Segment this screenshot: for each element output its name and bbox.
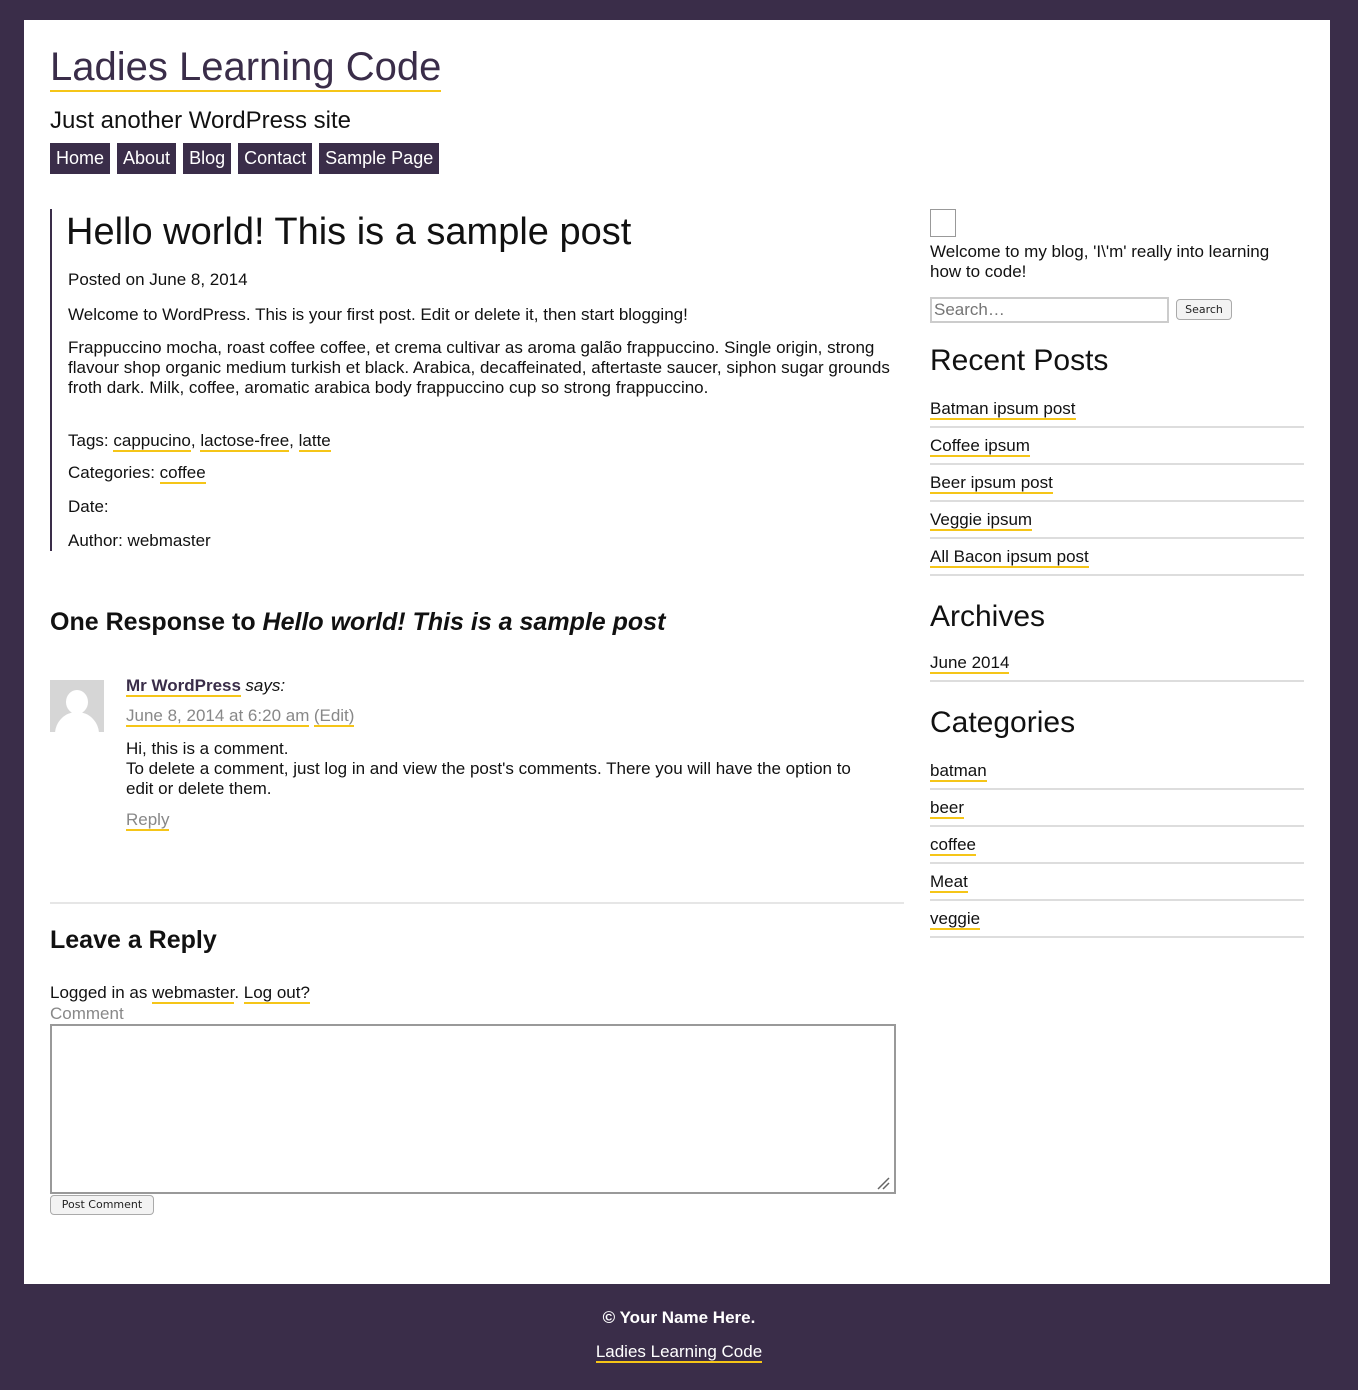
categories-list: batman beer coffee Meat veggie — [930, 753, 1304, 938]
avatar-body-shape — [55, 712, 99, 732]
search-button[interactable]: Search — [1176, 299, 1232, 320]
comment-author-link[interactable]: Mr WordPress — [126, 676, 241, 697]
category-link[interactable]: batman — [930, 761, 987, 782]
post-categories: Categories: coffee — [68, 463, 206, 484]
list-item: Batman ipsum post — [930, 391, 1304, 428]
recent-post-link[interactable]: Coffee ipsum — [930, 436, 1030, 457]
footer-copyright: © Your Name Here. — [602, 1308, 756, 1327]
list-item: veggie — [930, 901, 1304, 938]
comment-says: says: — [245, 676, 286, 695]
resize-grip-icon[interactable] — [876, 1176, 890, 1190]
category-link[interactable]: beer — [930, 798, 965, 819]
author-name: webmaster — [127, 531, 211, 550]
post-body: Frappuccino mocha, roast coffee coffee, … — [68, 338, 890, 397]
sidebar-welcome-text: Welcome to my blog, 'I\'m' really into l… — [930, 242, 1270, 281]
list-item: All Bacon ipsum post — [930, 539, 1304, 576]
nav-about[interactable]: About — [117, 143, 177, 174]
post-comment-button[interactable]: Post Comment — [50, 1195, 154, 1215]
archive-link[interactable]: June 2014 — [930, 653, 1010, 674]
recent-posts-title: Recent Posts — [930, 344, 1109, 377]
main-nav: Home About Blog Contact Sample Page — [50, 143, 440, 174]
comment-line-2: To delete a comment, just log in and vie… — [126, 759, 851, 798]
category-link[interactable]: coffee — [930, 835, 977, 856]
list-item: batman — [930, 753, 1304, 790]
comment-reply: Reply — [126, 810, 170, 831]
category-link-coffee[interactable]: coffee — [159, 463, 206, 484]
tag-link-latte[interactable]: latte — [298, 431, 331, 452]
post-date-label: Date: — [68, 497, 109, 516]
comment-line-1: Hi, this is a comment. — [126, 739, 289, 758]
post-date: Posted on June 8, 2014 — [68, 270, 248, 289]
footer-credit-link[interactable]: Ladies Learning Code — [595, 1342, 763, 1363]
nav-sample-page[interactable]: Sample Page — [319, 143, 440, 174]
site-tagline: Just another WordPress site — [50, 107, 352, 134]
categories-label: Categories: — [68, 463, 155, 482]
comments-title-prefix: One Response to — [50, 608, 256, 636]
post-intro: Welcome to WordPress. This is your first… — [68, 305, 688, 324]
avatar-head-shape — [66, 690, 88, 714]
author-label: Author: — [68, 531, 123, 550]
category-link[interactable]: veggie — [930, 909, 981, 930]
categories-title: Categories — [930, 706, 1076, 739]
category-link[interactable]: Meat — [930, 872, 968, 893]
recent-post-link[interactable]: Batman ipsum post — [930, 399, 1076, 420]
list-item: June 2014 — [930, 645, 1304, 682]
comment-text: Hi, this is a comment. To delete a comme… — [126, 739, 866, 799]
comment-meta: June 8, 2014 at 6:20 am (Edit) — [126, 706, 355, 727]
post-tags: Tags: cappucino, lactose-free, latte — [68, 431, 331, 452]
list-item: coffee — [930, 827, 1304, 864]
logged-in-user-link[interactable]: webmaster — [152, 983, 235, 1004]
comments-title-post: Hello world! This is a sample post — [262, 608, 666, 636]
comment-date-link[interactable]: June 8, 2014 at 6:20 am — [126, 706, 310, 727]
comment-label: Comment — [50, 1004, 124, 1023]
archives-list: June 2014 — [930, 645, 1304, 682]
post-author: Author: webmaster — [68, 531, 211, 551]
recent-post-link[interactable]: Beer ipsum post — [930, 473, 1053, 494]
recent-posts-list: Batman ipsum post Coffee ipsum Beer ipsu… — [930, 391, 1304, 576]
tag-link-lactose-free[interactable]: lactose-free — [200, 431, 290, 452]
recent-post-link[interactable]: Veggie ipsum — [930, 510, 1033, 531]
page-container: Ladies Learning Code Just another WordPr… — [24, 20, 1330, 1284]
list-item: Meat — [930, 864, 1304, 901]
post-article: Hello world! This is a sample post Poste… — [50, 209, 904, 551]
comment-header: Mr WordPress says: — [126, 676, 286, 697]
list-item: Beer ipsum post — [930, 465, 1304, 502]
list-item: beer — [930, 790, 1304, 827]
footer-credit: Ladies Learning Code — [0, 1342, 1358, 1363]
tags-label: Tags: — [68, 431, 109, 450]
tag-link-cappucino[interactable]: cappucino — [113, 431, 191, 452]
post-title: Hello world! This is a sample post — [66, 211, 632, 253]
comment-reply-link[interactable]: Reply — [126, 810, 170, 831]
logged-in-prefix: Logged in as — [50, 983, 148, 1002]
list-item: Coffee ipsum — [930, 428, 1304, 465]
recent-post-link[interactable]: All Bacon ipsum post — [930, 547, 1089, 568]
list-item: Veggie ipsum — [930, 502, 1304, 539]
broken-image-icon — [930, 209, 956, 237]
search-input[interactable] — [930, 297, 1169, 323]
nav-contact[interactable]: Contact — [238, 143, 313, 174]
nav-home[interactable]: Home — [50, 143, 111, 174]
comments-title: One Response to Hello world! This is a s… — [50, 608, 665, 637]
comment-textarea[interactable] — [50, 1024, 896, 1194]
nav-blog[interactable]: Blog — [183, 143, 232, 174]
site-title-link[interactable]: Ladies Learning Code — [50, 44, 442, 92]
archives-title: Archives — [930, 600, 1046, 633]
logged-in-text: Logged in as webmaster. Log out? — [50, 983, 310, 1004]
section-divider — [50, 902, 904, 904]
logout-link[interactable]: Log out? — [243, 983, 310, 1004]
reply-title: Leave a Reply — [50, 926, 217, 954]
comment-edit-link[interactable]: (Edit) — [313, 706, 355, 727]
avatar — [50, 680, 104, 732]
